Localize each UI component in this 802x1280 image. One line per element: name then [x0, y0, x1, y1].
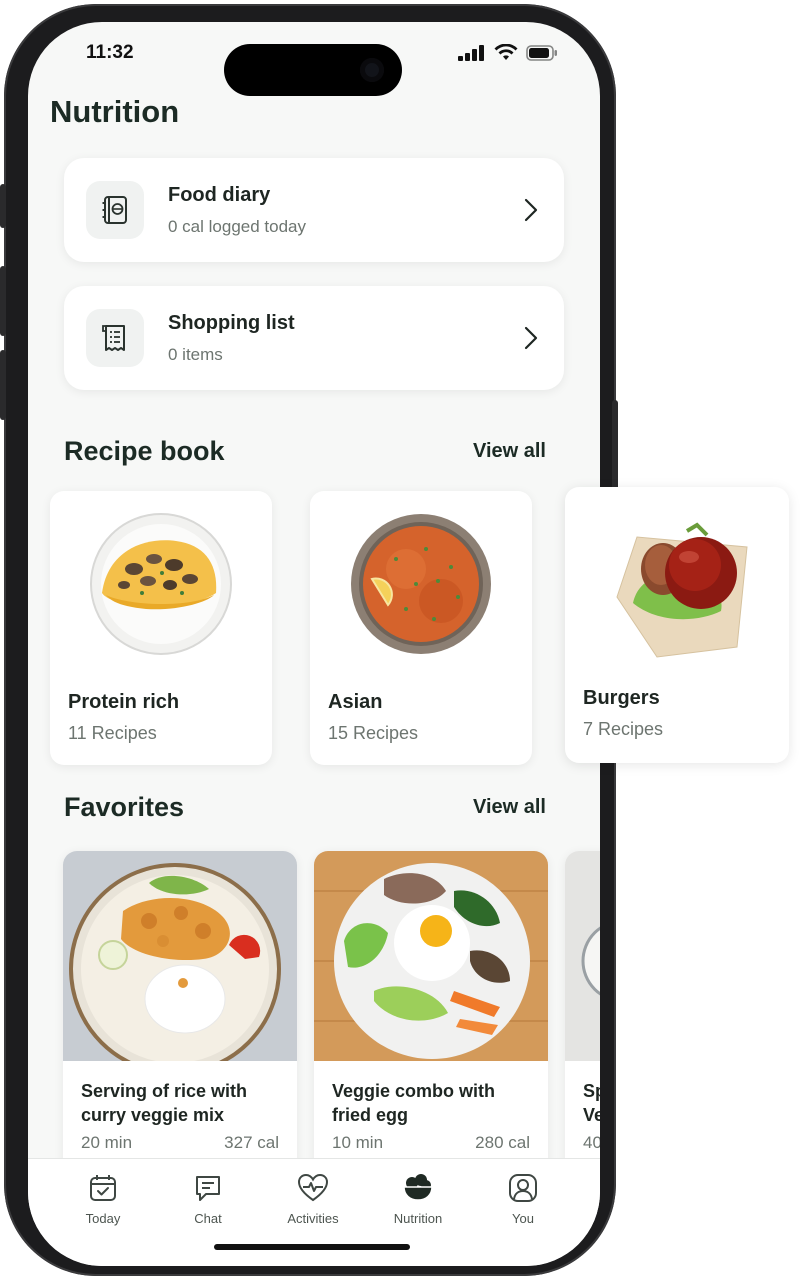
mute-switch — [0, 184, 6, 228]
favorite-time: 40 — [583, 1133, 600, 1152]
tab-label: You — [512, 1211, 534, 1226]
battery-icon — [526, 44, 557, 61]
receipt-list-icon — [102, 325, 125, 351]
tab-chat[interactable]: Chat — [163, 1171, 253, 1226]
food-diary-icon — [102, 196, 127, 224]
tab-today[interactable]: Today — [58, 1171, 148, 1226]
food-diary-icon-box — [86, 181, 144, 239]
status-icons — [458, 44, 558, 61]
favorite-calories: 327 cal — [224, 1133, 279, 1152]
veggie-egg-photo — [314, 851, 548, 1061]
recipe-count: 11 Recipes — [68, 723, 157, 743]
volume-up-button — [0, 266, 6, 336]
user-icon — [509, 1174, 537, 1202]
page-title: Nutrition — [50, 94, 180, 129]
recipe-count: 7 Recipes — [583, 719, 664, 739]
shopping-list-subtitle: 0 items — [168, 344, 223, 364]
signal-icon — [458, 44, 484, 61]
screen: 11:32 Nutrition Food diary 0 cal logged … — [28, 22, 600, 1266]
favorite-time: 20 min — [81, 1133, 133, 1152]
recipe-name: Asian — [328, 691, 383, 713]
favorite-card-veggie-egg[interactable]: Veggie combo with fried egg 10 min 280 c… — [314, 851, 548, 1181]
volume-down-button — [0, 350, 6, 420]
tab-label: Activities — [287, 1211, 339, 1226]
recipe-count: 15 Recipes — [328, 723, 419, 743]
omelette-plate-image — [90, 513, 232, 655]
food-diary-subtitle: 0 cal logged today — [168, 216, 306, 236]
chevron-right-icon — [524, 198, 538, 222]
favorite-calories: 280 cal — [475, 1133, 530, 1152]
favorite-name: Veggie combo with fried egg — [332, 1081, 496, 1125]
calendar-check-icon — [90, 1175, 116, 1201]
wifi-icon — [494, 44, 518, 60]
tab-activities[interactable]: Activities — [268, 1171, 358, 1226]
chat-bubble-icon — [196, 1176, 220, 1201]
food-diary-title: Food diary — [168, 183, 271, 206]
chevron-right-icon — [524, 326, 538, 350]
tab-you[interactable]: You — [478, 1171, 568, 1226]
shopping-list-icon-box — [86, 309, 144, 367]
recipe-name: Burgers — [583, 687, 660, 709]
heart-pulse-icon — [297, 1173, 329, 1202]
favorite-time: 10 min — [332, 1133, 384, 1152]
shopping-list-title: Shopping list — [168, 311, 295, 334]
favorite-card-rice-curry[interactable]: Serving of rice with curry veggie mix 20… — [63, 851, 297, 1181]
status-time: 11:32 — [86, 42, 134, 63]
tab-label: Chat — [194, 1211, 222, 1226]
dynamic-island — [224, 44, 402, 96]
food-diary-card[interactable]: Food diary 0 cal logged today — [64, 158, 564, 262]
favorite-name: Sp Ve — [583, 1081, 600, 1125]
rice-curry-photo — [63, 851, 297, 1075]
soup-bowl-image — [351, 514, 491, 654]
shopping-list-card[interactable]: Shopping list 0 items — [64, 286, 564, 390]
recipe-name: Protein rich — [68, 691, 180, 713]
favorites-view-all[interactable]: View all — [473, 796, 546, 819]
salad-bowl-icon — [403, 1174, 433, 1201]
home-indicator — [214, 1244, 410, 1250]
tab-label: Nutrition — [393, 1211, 443, 1226]
recipe-book-view-all[interactable]: View all — [473, 440, 546, 463]
recipe-book-title: Recipe book — [64, 436, 225, 466]
recipe-card-protein-rich[interactable]: Protein rich 11 Recipes — [50, 491, 272, 765]
favorite-card-partial[interactable]: Sp Ve 40 — [565, 851, 600, 1181]
favorite-name: Serving of rice with curry veggie mix — [81, 1081, 248, 1125]
partial-photo — [565, 851, 600, 1061]
tab-nutrition[interactable]: Nutrition — [373, 1171, 463, 1226]
favorites-title: Favorites — [64, 792, 185, 822]
phone-frame: 11:32 Nutrition Food diary 0 cal logged … — [0, 4, 618, 1276]
front-camera — [360, 58, 384, 82]
tab-label: Today — [85, 1211, 121, 1226]
burger-image — [616, 522, 748, 658]
recipe-card-asian[interactable]: Asian 15 Recipes — [310, 491, 532, 765]
recipe-card-burgers[interactable]: Burgers 7 Recipes — [565, 487, 789, 763]
